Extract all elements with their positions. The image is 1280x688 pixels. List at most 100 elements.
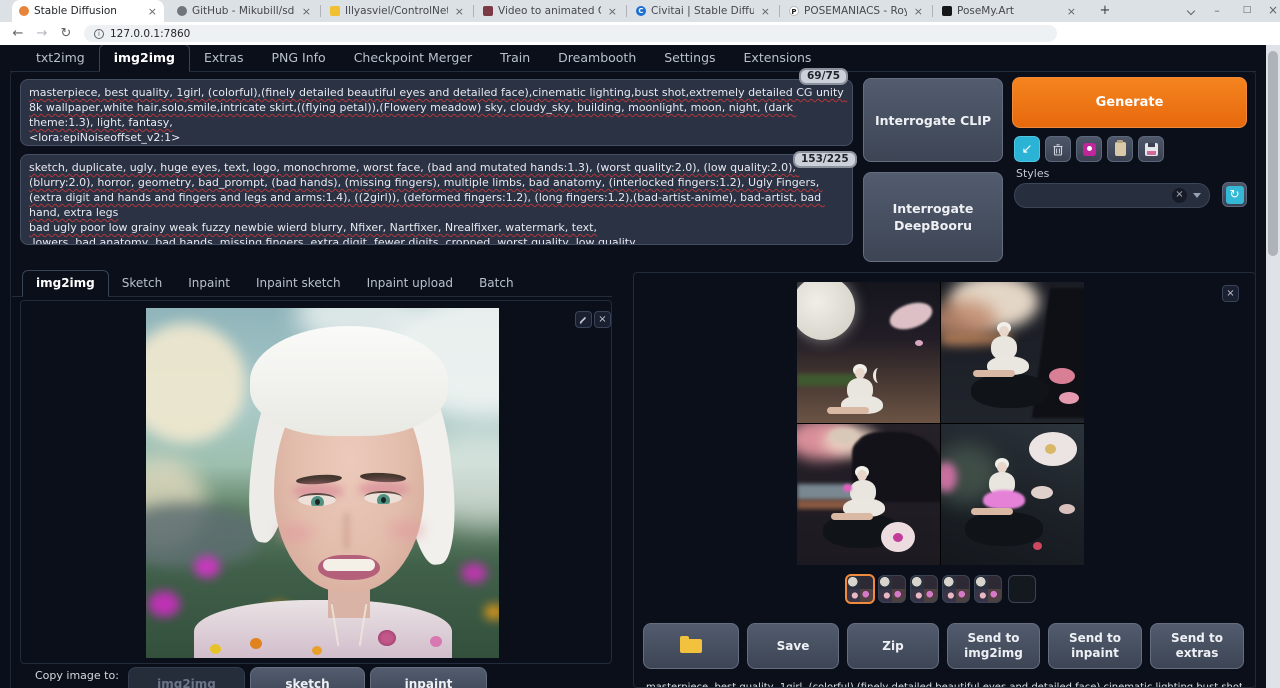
zip-button[interactable]: Zip (847, 623, 939, 669)
source-image-panel: × (20, 300, 612, 664)
clipboard-icon (1115, 142, 1126, 156)
apply-style-button[interactable] (1107, 136, 1133, 162)
window-minimize-button[interactable]: – (1204, 0, 1230, 22)
back-button[interactable]: ← (8, 24, 28, 43)
edit-image-button[interactable] (575, 311, 592, 328)
browser-tab-controlnet[interactable]: Illyasviel/ControlNet at main × (323, 0, 471, 22)
gallery-thumbnail-2[interactable] (878, 575, 906, 603)
tab-png-info[interactable]: PNG Info (257, 45, 339, 71)
tab-img2img[interactable]: img2img (99, 45, 190, 72)
browser-toolbar: ← → ↻ i 127.0.0.1:7860 ☆ N ⋮ (0, 22, 1280, 45)
browser-tab-posemaniacs[interactable]: P POSEMANIACS - Royalty free 3 × (782, 0, 930, 22)
screen: Stable Diffusion × GitHub - Mikubill/sd-… (0, 0, 1280, 688)
tab-search-chevron-icon[interactable] (1178, 0, 1204, 22)
gallery-thumbnail-6[interactable] (1008, 575, 1036, 603)
chevron-down-icon (1193, 193, 1201, 198)
new-tab-button[interactable]: + (1097, 3, 1113, 19)
browser-tab-gif-converter[interactable]: Video to animated GIF converter × (476, 0, 624, 22)
save-button[interactable]: Save (747, 623, 839, 669)
tab-close-icon[interactable]: × (761, 5, 770, 18)
gallery-thumbnail-3[interactable] (910, 575, 938, 603)
copy-to-sketch-button[interactable]: sketch (250, 667, 365, 688)
extra-networks-card-icon (1083, 143, 1096, 156)
folder-icon (680, 639, 702, 653)
send-to-img2img-button[interactable]: Send to img2img (947, 623, 1040, 669)
tab-close-icon[interactable]: × (148, 5, 157, 18)
open-folder-button[interactable] (643, 623, 739, 669)
tab-extras[interactable]: Extras (190, 45, 258, 71)
paste-params-button[interactable]: ↙ (1014, 136, 1040, 162)
send-to-inpaint-button[interactable]: Send to inpaint (1048, 623, 1142, 669)
extra-networks-button[interactable] (1076, 136, 1102, 162)
tab-checkpoint-merger[interactable]: Checkpoint Merger (340, 45, 486, 71)
interrogate-deepbooru-button[interactable]: Interrogate DeepBooru (863, 172, 1003, 262)
copy-image-to-label: Copy image to: (35, 669, 119, 682)
site-info-icon[interactable]: i (94, 29, 104, 39)
sd-webui: txt2img img2img Extras PNG Info Checkpoi… (0, 45, 1266, 688)
img2img-tab-bar: img2img Sketch Inpaint Inpaint sketch In… (12, 272, 612, 297)
window-maximize-button[interactable]: □ (1234, 0, 1260, 22)
gallery-thumbnail-4[interactable] (942, 575, 970, 603)
negative-token-counter: 153/225 (793, 151, 857, 168)
url-text: 127.0.0.1:7860 (110, 28, 190, 40)
browser-tab-posemyart[interactable]: PoseMy.Art × (935, 0, 1083, 22)
tab-settings[interactable]: Settings (650, 45, 729, 71)
copy-to-img2img-button[interactable]: img2img (128, 667, 245, 688)
styles-dropdown[interactable]: × (1014, 183, 1210, 208)
gallery-thumbnail-5[interactable] (974, 575, 1002, 603)
close-gallery-button[interactable]: × (1222, 285, 1239, 302)
generate-button[interactable]: Generate (1012, 77, 1247, 128)
trash-icon (1052, 143, 1064, 156)
tab-train[interactable]: Train (486, 45, 544, 71)
gallery-selected-image[interactable] (797, 282, 1084, 565)
save-style-button[interactable] (1138, 136, 1164, 162)
floppy-save-icon (1145, 143, 1158, 156)
subtab-inpaint-sketch[interactable]: Inpaint sketch (243, 271, 354, 296)
favicon-posemyart (942, 6, 952, 16)
refresh-styles-button[interactable]: ↻ (1222, 182, 1247, 207)
main-tab-bar: txt2img img2img Extras PNG Info Checkpoi… (10, 47, 1256, 72)
reload-button[interactable]: ↻ (56, 24, 76, 43)
clear-prompt-button[interactable] (1045, 136, 1071, 162)
styles-clear-icon[interactable]: × (1172, 188, 1187, 203)
url-bar[interactable]: i 127.0.0.1:7860 (84, 25, 1057, 42)
favicon-stable-diffusion (19, 6, 29, 16)
tab-close-icon[interactable]: × (1067, 5, 1076, 18)
send-to-extras-button[interactable]: Send to extras (1150, 623, 1244, 669)
subtab-inpaint[interactable]: Inpaint (175, 271, 243, 296)
tab-dreambooth[interactable]: Dreambooth (544, 45, 650, 71)
refresh-icon: ↻ (1226, 186, 1244, 204)
subtab-sketch[interactable]: Sketch (109, 271, 175, 296)
output-gallery-panel: × (633, 272, 1256, 688)
browser-tab-stable-diffusion[interactable]: Stable Diffusion × (12, 0, 164, 22)
browser-tab-github[interactable]: GitHub - Mikubill/sd-webui-co × (170, 0, 318, 22)
page-scrollbar[interactable] (1266, 45, 1280, 688)
copy-to-inpaint-button[interactable]: inpaint (370, 667, 487, 688)
tab-close-icon[interactable]: × (302, 5, 311, 18)
remove-image-button[interactable]: × (594, 311, 611, 328)
gallery-thumbnail-1[interactable] (845, 574, 875, 604)
generation-info-text: masterpiece, best quality, 1girl, (color… (646, 681, 1242, 688)
favicon-controlnet (330, 6, 340, 16)
input-image[interactable] (146, 308, 499, 658)
window-close-button[interactable]: × (1260, 0, 1280, 22)
forward-button[interactable]: → (32, 24, 52, 43)
styles-label: Styles (1016, 167, 1049, 180)
prompt-token-counter: 69/75 (799, 68, 848, 85)
favicon-civitai: C (636, 6, 646, 16)
tab-close-icon[interactable]: × (455, 5, 464, 18)
interrogate-clip-button[interactable]: Interrogate CLIP (863, 78, 1003, 162)
browser-tab-civitai[interactable]: C Civitai | Stable Diffusion model × (629, 0, 777, 22)
tab-close-icon[interactable]: × (608, 5, 617, 18)
subtab-batch[interactable]: Batch (466, 271, 527, 296)
scrollbar-thumb[interactable] (1268, 51, 1278, 256)
tab-txt2img[interactable]: txt2img (22, 45, 99, 71)
subtab-inpaint-upload[interactable]: Inpaint upload (354, 271, 466, 296)
tab-close-icon[interactable]: × (914, 5, 923, 18)
favicon-posemaniacs: P (789, 6, 799, 16)
negative-prompt-textarea[interactable]: sketch, duplicate, ugly, huge eyes, text… (20, 154, 853, 245)
subtab-img2img[interactable]: img2img (22, 270, 109, 297)
favicon-github (177, 6, 187, 16)
prompt-textarea[interactable]: masterpiece, best quality, 1girl, (color… (20, 79, 853, 146)
favicon-gif-converter (483, 6, 493, 16)
